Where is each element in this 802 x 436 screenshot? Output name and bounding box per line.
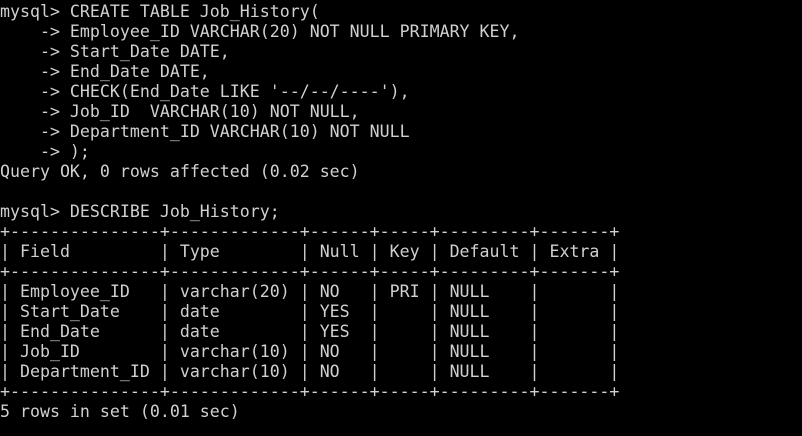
table-border: +---------------+-------------+------+--… — [0, 222, 620, 241]
continuation-line: -> Department_ID VARCHAR(10) NOT NULL — [0, 122, 410, 141]
prompt-create-table: mysql> CREATE TABLE Job_History( — [0, 2, 320, 21]
table-border: +---------------+-------------+------+--… — [0, 262, 620, 281]
prompt-describe: mysql> DESCRIBE Job_History; — [0, 202, 280, 221]
query-result-message: Query OK, 0 rows affected (0.02 sec) — [0, 162, 360, 181]
table-border: +---------------+-------------+------+--… — [0, 382, 620, 401]
table-row: | Job_ID | varchar(10) | NO | | NULL | | — [0, 342, 620, 361]
continuation-line: -> End_Date DATE, — [0, 62, 210, 81]
continuation-line: -> Employee_ID VARCHAR(20) NOT NULL PRIM… — [0, 22, 520, 41]
continuation-line: -> Start_Date DATE, — [0, 42, 230, 61]
table-row: | Department_ID | varchar(10) | NO | | N… — [0, 362, 620, 381]
table-row: | Employee_ID | varchar(20) | NO | PRI |… — [0, 282, 620, 301]
continuation-line: -> CHECK(End_Date LIKE '--/--/----'), — [0, 82, 410, 101]
table-row: | Start_Date | date | YES | | NULL | | — [0, 302, 620, 321]
continuation-line: -> Job_ID VARCHAR(10) NOT NULL, — [0, 102, 360, 121]
terminal-window[interactable]: mysql> CREATE TABLE Job_History( -> Empl… — [0, 2, 802, 436]
rows-in-set-message: 5 rows in set (0.01 sec) — [0, 402, 240, 421]
table-row: | End_Date | date | YES | | NULL | | — [0, 322, 620, 341]
table-header-row: | Field | Type | Null | Key | Default | … — [0, 242, 620, 261]
continuation-line: -> ); — [0, 142, 90, 161]
